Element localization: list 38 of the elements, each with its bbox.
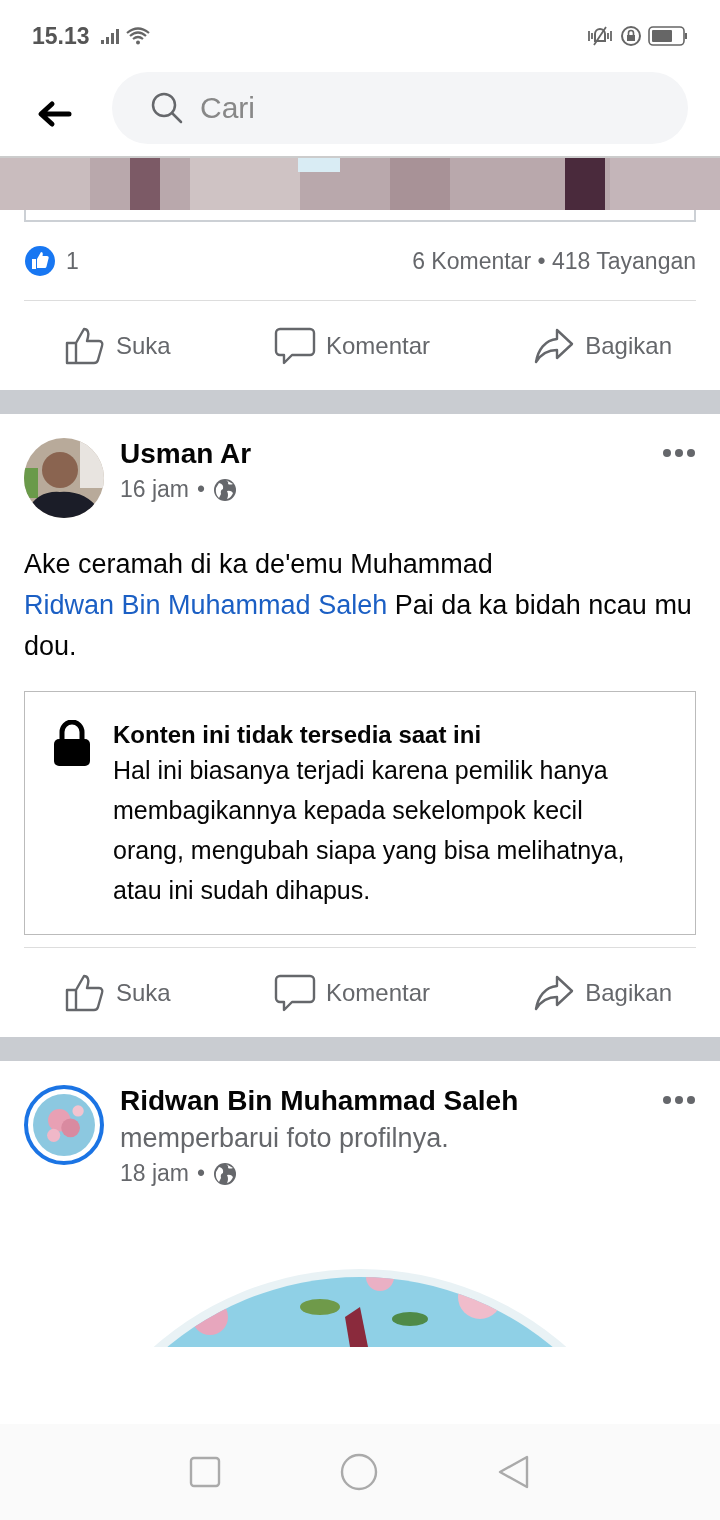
notice-title: Konten ini tidak tersedia saat ini xyxy=(113,720,483,750)
author-name[interactable]: Usman Ar xyxy=(120,438,646,470)
speech-bubble-icon xyxy=(273,325,316,366)
post-stats[interactable]: 6 Komentar • 418 Tayangan xyxy=(412,247,696,275)
back-button[interactable] xyxy=(36,100,72,128)
thumbs-up-icon xyxy=(64,972,106,1013)
comment-button[interactable]: Komentar xyxy=(273,972,430,1013)
speech-bubble-icon xyxy=(273,972,316,1013)
comment-button[interactable]: Komentar xyxy=(273,325,430,366)
vibrate-icon xyxy=(586,25,614,47)
like-button[interactable]: Suka xyxy=(64,325,171,366)
more-icon xyxy=(662,1095,696,1105)
share-button[interactable]: Bagikan xyxy=(533,972,672,1013)
separator-dot: • xyxy=(197,1160,206,1187)
wifi-icon xyxy=(125,27,150,45)
search-field[interactable]: Cari xyxy=(112,72,688,144)
activity-text: memperbarui foto profilnya. xyxy=(120,1123,450,1154)
search-icon xyxy=(150,91,184,125)
battery-icon xyxy=(648,25,688,47)
like-button[interactable]: Suka xyxy=(64,972,171,1013)
globe-icon xyxy=(213,1161,238,1186)
post-time[interactable]: 16 jam xyxy=(120,476,190,503)
notice-body: Hal ini biasanya terjadi karena pemilik hanya membagikannya kepada sekelompok kecil orang, mengubah siapa yang bisa melihatnya, atau ini sudah dihapus. xyxy=(113,755,626,906)
post-time[interactable]: 18 jam xyxy=(120,1160,190,1187)
globe-icon xyxy=(213,477,238,502)
profile-link[interactable]: Ridwan Bin Muhammad Saleh xyxy=(24,590,388,620)
rotation-lock-icon xyxy=(620,25,642,47)
thumbs-up-icon xyxy=(64,325,106,366)
lock-icon xyxy=(53,720,91,766)
share-button[interactable]: Bagikan xyxy=(533,325,672,366)
separator-dot: • xyxy=(197,476,206,503)
signal-icon xyxy=(99,28,120,44)
status-time: 15.13 xyxy=(32,22,90,50)
reaction-count: 1 xyxy=(66,247,79,275)
more-icon xyxy=(662,448,696,458)
like-reaction-icon xyxy=(24,245,56,277)
post-text: Ake ceramah di ka de'emu Muhammad Ridwan Bin Muhammad Saleh Pai da ka bidah ncau mu dou. xyxy=(24,548,693,663)
author-name[interactable]: Ridwan Bin Muhammad Saleh xyxy=(120,1085,646,1117)
